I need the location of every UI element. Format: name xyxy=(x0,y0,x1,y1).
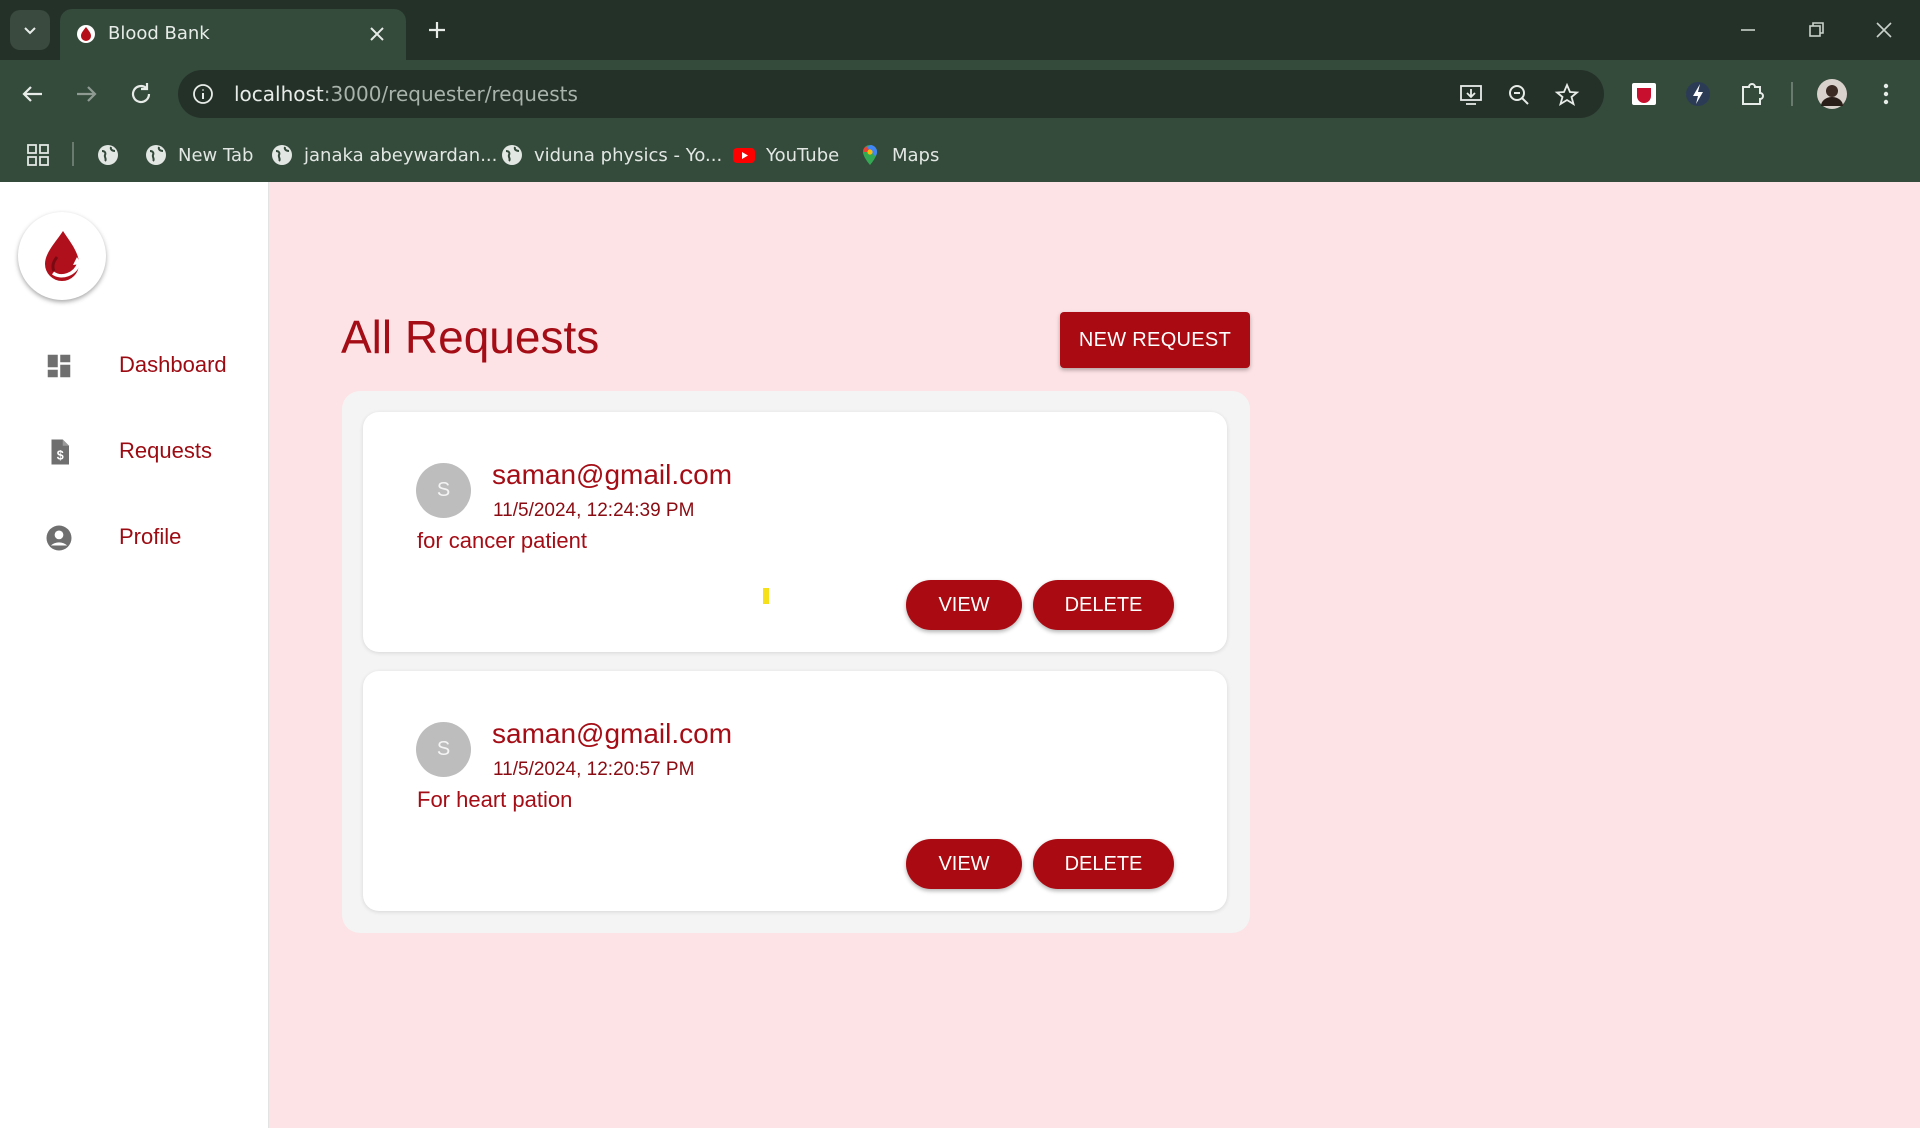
sidebar: Dashboard $ Requests Profile xyxy=(0,182,269,1128)
bookmarks-bar: New Tab janaka abeywardan... viduna phys… xyxy=(0,128,1920,182)
sidebar-item-label: Requests xyxy=(119,438,212,463)
blood-drop-favicon-icon xyxy=(77,25,95,43)
view-button[interactable]: VIEW xyxy=(906,580,1022,630)
profile-avatar-icon[interactable] xyxy=(1816,78,1848,110)
bookmark-new-tab[interactable]: New Tab xyxy=(144,140,253,170)
blood-bank-logo[interactable] xyxy=(18,212,106,300)
reload-icon[interactable] xyxy=(126,79,156,109)
zoom-icon[interactable] xyxy=(1506,82,1532,108)
forward-arrow-icon[interactable] xyxy=(71,79,101,109)
delete-button[interactable]: DELETE xyxy=(1033,580,1174,630)
browser-tabstrip: Blood Bank xyxy=(0,0,1920,60)
app-root: Dashboard $ Requests Profile All Request… xyxy=(0,182,1920,1128)
globe-icon xyxy=(502,145,522,165)
globe-icon xyxy=(272,145,292,165)
request-date: 11/5/2024, 12:24:39 PM xyxy=(493,500,695,521)
sidebar-item-label: Dashboard xyxy=(119,352,227,377)
blood-drop-logo-icon xyxy=(45,231,81,281)
delete-button[interactable]: DELETE xyxy=(1033,839,1174,889)
window-close-icon[interactable] xyxy=(1870,16,1898,44)
globe-icon xyxy=(146,145,166,165)
text-cursor-marker xyxy=(763,588,769,604)
menu-kebab-icon[interactable] xyxy=(1870,78,1902,110)
sidebar-item-label: Profile xyxy=(119,524,182,549)
bookmark-star-icon[interactable] xyxy=(1554,82,1580,108)
document-dollar-icon: $ xyxy=(51,439,69,465)
extension-bolt-icon[interactable] xyxy=(1682,78,1714,110)
back-arrow-icon[interactable] xyxy=(18,79,48,109)
restore-icon[interactable] xyxy=(1802,16,1830,44)
new-request-button[interactable]: NEW REQUEST xyxy=(1060,312,1250,368)
globe-icon xyxy=(98,145,118,165)
request-card: S saman@gmail.com 11/5/2024, 12:20:57 PM… xyxy=(363,671,1227,911)
request-email: saman@gmail.com xyxy=(492,459,733,490)
toolbar-divider xyxy=(1791,82,1793,106)
new-tab-plus-icon[interactable] xyxy=(424,17,450,43)
address-bar[interactable]: localhost:3000/requester/requests xyxy=(178,70,1604,118)
bookmark-youtube[interactable]: YouTube xyxy=(732,140,839,170)
minimize-icon[interactable] xyxy=(1734,16,1762,44)
install-app-icon[interactable] xyxy=(1458,82,1484,108)
site-info-icon[interactable] xyxy=(192,83,214,105)
view-button[interactable]: VIEW xyxy=(906,839,1022,889)
page-title: All Requests xyxy=(341,311,600,363)
sidebar-item-profile[interactable]: Profile xyxy=(0,509,269,565)
extensions-puzzle-icon[interactable] xyxy=(1736,78,1768,110)
avatar: S xyxy=(416,722,471,777)
chevron-down-icon xyxy=(24,27,36,35)
bookmarks-divider xyxy=(72,142,74,166)
close-icon[interactable] xyxy=(366,23,388,45)
bookmark-janaka[interactable]: janaka abeywardan... xyxy=(270,140,497,170)
requests-list: S saman@gmail.com 11/5/2024, 12:24:39 PM… xyxy=(342,391,1250,933)
avatar: S xyxy=(416,463,471,518)
maps-pin-icon xyxy=(862,145,877,165)
bookmark-viduna[interactable]: viduna physics - Yo... xyxy=(500,140,722,170)
request-description: for cancer patient xyxy=(417,528,587,553)
url-text[interactable]: localhost:3000/requester/requests xyxy=(234,82,578,106)
tab-title: Blood Bank xyxy=(108,23,210,44)
dashboard-icon xyxy=(47,354,71,378)
request-date: 11/5/2024, 12:20:57 PM xyxy=(493,759,695,780)
request-description: For heart pation xyxy=(417,787,573,812)
youtube-icon xyxy=(733,148,755,163)
apps-grid-icon[interactable] xyxy=(26,143,50,167)
bookmark-globe[interactable] xyxy=(96,140,130,170)
account-circle-icon xyxy=(46,525,72,551)
bookmark-maps[interactable]: Maps xyxy=(858,140,939,170)
sidebar-item-dashboard[interactable]: Dashboard xyxy=(0,337,269,393)
request-email: saman@gmail.com xyxy=(492,718,733,749)
request-card: S saman@gmail.com 11/5/2024, 12:24:39 PM… xyxy=(363,412,1227,652)
svg-text:$: $ xyxy=(57,449,64,463)
browser-toolbar: localhost:3000/requester/requests xyxy=(0,60,1920,128)
tab-search-button[interactable] xyxy=(10,10,50,50)
extension-shield-icon[interactable] xyxy=(1628,78,1660,110)
sidebar-item-requests[interactable]: $ Requests xyxy=(0,423,269,479)
browser-tab-active[interactable]: Blood Bank xyxy=(60,9,406,60)
